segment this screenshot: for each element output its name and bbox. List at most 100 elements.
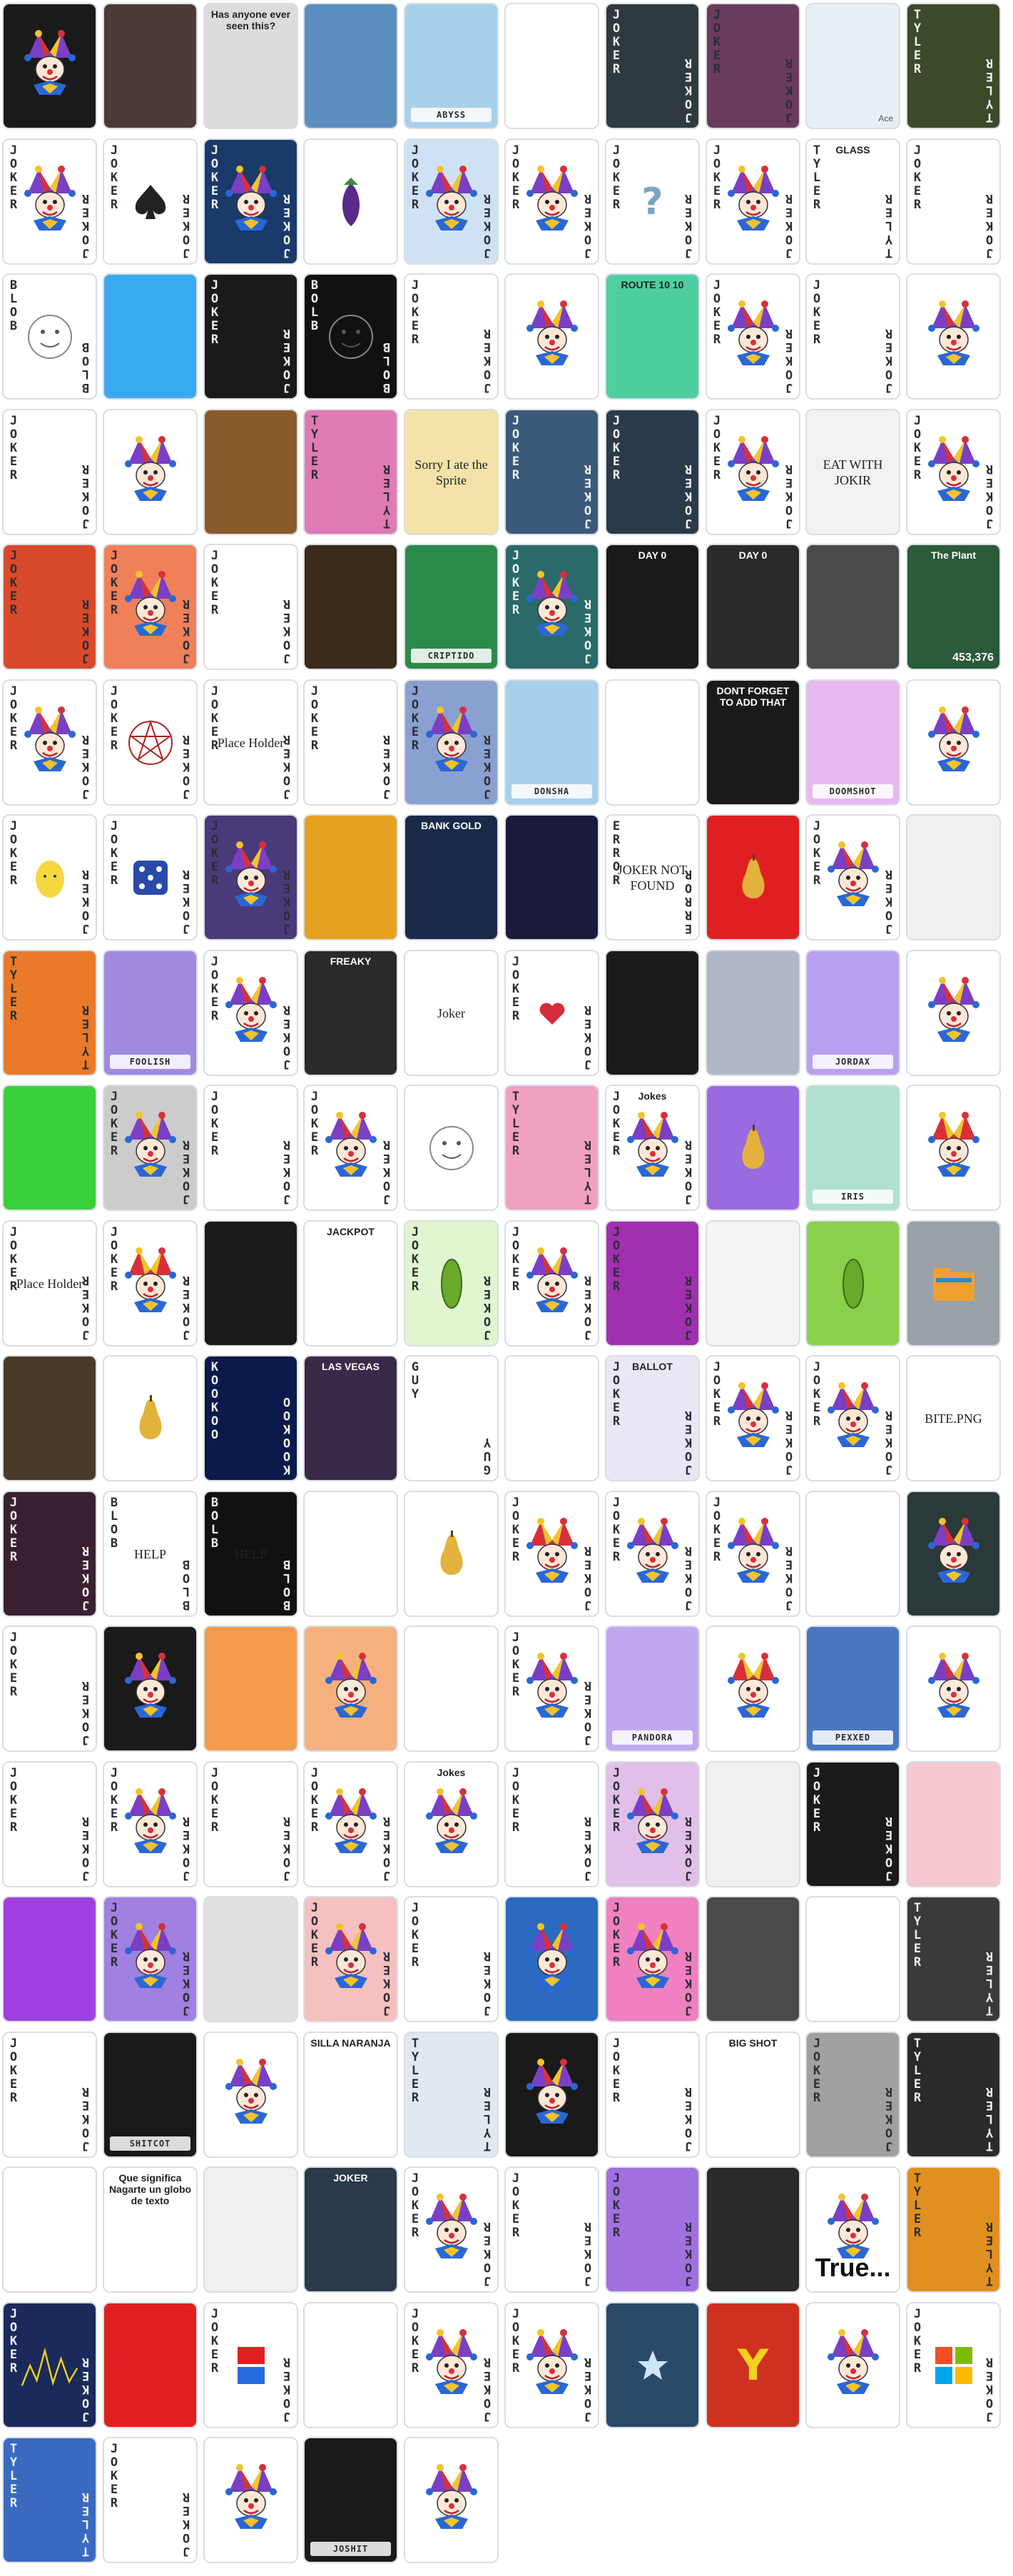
card-mask-icon[interactable] [605,950,700,1076]
card-wave-pattern-icon[interactable]: PEXXED [805,1626,900,1752]
card-jester-icon[interactable]: J O K E RJ O K E R [605,1491,700,1617]
card-blank-icon[interactable] [2,1085,97,1211]
card-bank-card-icon[interactable]: BANK GOLD [404,814,499,940]
card-flag-icon[interactable]: J O K E RJ O K E R [203,2302,298,2428]
card-jester-icon[interactable]: J O K E RJ O K E R [103,1896,198,2022]
card-campfire-icon[interactable] [2,1355,97,1481]
card-flowers-icon[interactable]: T Y L E RT Y L E R [2,950,97,1076]
card-person-photo-icon[interactable]: J O K E RJ O K E R [805,1761,900,1887]
card-cat-sketch-icon[interactable] [504,3,599,129]
card-person-photo-icon[interactable]: Ace [805,3,900,129]
card-placeholder-icon[interactable]: J O K E RJ O K E R Place Holder [2,1220,97,1347]
card-smiley-icon[interactable] [404,1085,499,1211]
card-jester-icon[interactable]: J O K E RJ O K E R [103,1085,198,1211]
card-blank-icon[interactable] [2,1896,97,2022]
card-jester-icon[interactable]: J O K E RJ O K E R [203,138,298,265]
card-figure-photo-icon[interactable] [906,1761,1001,1887]
card-cat-photo-icon[interactable]: Has anyone ever seen this? [203,3,298,129]
card-jester-icon[interactable]: J O K E RJ O K E R [504,2302,599,2428]
card-jester-icon[interactable]: J O K E RJ O K E R [404,138,499,265]
card-document-icon[interactable] [706,1220,800,1347]
card-big-shot-icon[interactable]: BIG SHOT [706,2032,800,2158]
card-sketch-icon[interactable]: J O K E RJ O K E R [303,679,398,806]
card-spade-icon[interactable]: J O K E RJ O K E R [103,138,198,265]
card-pear-icon[interactable] [706,814,800,940]
card-jester-icon[interactable]: J O K E RJ O K E R [404,679,499,806]
card-felt-icon[interactable]: CRIPTIDO [404,544,499,670]
card-jester-icon[interactable]: J O K E RJ O K E R [504,1220,599,1347]
card-jester-icon[interactable]: J O K E RJ O K E R [706,273,800,400]
card-jester-icon[interactable] [906,1626,1001,1752]
card-dealer-photo-icon[interactable] [303,544,398,670]
card-egg-icon[interactable]: J O K E RJ O K E R [2,814,97,940]
card-pickle-icon[interactable]: J O K E RJ O K E R [404,1220,499,1347]
card-jester-icon[interactable] [103,1626,198,1752]
card-mermaid-icon[interactable]: J O K E RJ O K E R [605,2032,700,2158]
card-dark-figure-icon[interactable]: DONT FORGET TO ADD THAT [706,679,800,806]
card-jester-icon[interactable] [504,1896,599,2022]
card-cards-icon[interactable]: J O K E RJ O K E R [706,3,800,129]
card-stripes-icon[interactable] [805,544,900,670]
card-lightning-icon[interactable]: J O K E RJ O K E R [504,409,599,535]
card-jester-icon[interactable]: J O K E RJ O K E R [605,1761,700,1887]
card-character-photo-icon[interactable] [103,3,198,129]
card-water-texture-icon[interactable] [303,3,398,129]
card-person-photo-icon[interactable]: DAY 0 [706,544,800,670]
card-podium-icon[interactable] [504,1355,599,1481]
card-cloud-pattern-icon[interactable] [805,1491,900,1617]
card-hand-icon[interactable]: J O K E RJ O K E R [805,2032,900,2158]
card-pear-icon[interactable] [404,1491,499,1617]
card-skull-jester-icon[interactable]: J O K E RJ O K E R [706,1491,800,1617]
card-hand-sketch-icon[interactable]: B L O B B L O B HELP [103,1491,198,1617]
card-lightning-icon[interactable]: J O K E RJ O K E R [605,409,700,535]
card-jester-icon[interactable]: J O K E RJ O K E R [805,814,900,940]
card-jester-icon[interactable]: J O K E RJ O K E R [504,544,599,670]
card-blank-icon[interactable]: J O K E RJ O K E R [805,273,900,400]
card-wave-pattern-icon[interactable]: ABYSS [404,3,499,129]
card-jester-icon[interactable] [906,950,1001,1076]
card-person-photo-icon[interactable]: T Y L E RT Y L E R [906,2032,1001,2158]
card-king-icon[interactable]: J O K E RJ O K E R [103,1220,198,1347]
card-blank-icon[interactable] [103,273,198,400]
card-pear-icon[interactable] [706,1085,800,1211]
card-pixel-grid-icon[interactable]: JOKER [303,2166,398,2293]
card-wave-pattern-icon[interactable]: IRIS [805,1085,900,1211]
card-bus-icon[interactable]: ROUTE 10 10 [605,273,700,400]
card-placeholder-icon[interactable]: J O K E RJ O K E R Place Holder [203,679,298,806]
card-evil-jester-icon[interactable]: J O K E RJ O K E R [203,950,298,1076]
card-dice-icon[interactable]: J O K E RJ O K E R [103,814,198,940]
card-blank-icon[interactable] [203,1626,298,1752]
card-error-icon[interactable]: E R R O RE R R O R JOKER NOT FOUND [605,814,700,940]
card-jester-icon[interactable] [203,2032,298,2158]
card-person-photo-icon[interactable]: T Y L E RT Y L E R [404,2032,499,2158]
card-masked-face-icon[interactable]: T Y L E RT Y L E R [906,3,1001,129]
card-cube-icon[interactable]: J O K E RJ O K E R [605,1220,700,1347]
card-credit-card-icon[interactable] [303,814,398,940]
card-helmet-icon[interactable]: J O K E RJ O K E R [2,2032,97,2158]
card-ghost-face-icon[interactable]: DAY 0 [605,544,700,670]
card-pink-cat-icon[interactable] [2,2166,97,2293]
card-jester-icon[interactable]: True... [805,2166,900,2293]
card-blank-icon[interactable]: J O K E RJ O K E R [203,1761,298,1887]
card-ballot-icon[interactable]: J O K E RJ O K E R BALLOT [605,1355,700,1481]
card-baby-photo-icon[interactable] [203,1896,298,2022]
card-jester-icon[interactable]: J O K E RJ O K E R [303,1085,398,1211]
card-chair-icon[interactable]: SILLA NARANJA [303,2032,398,2158]
card-avatar-icon[interactable]: BITE.PNG [906,1355,1001,1481]
card-blank-icon[interactable]: J O K E RJ O K E R [2,1761,97,1887]
card-smiley-icon[interactable]: B L O B B L O B [2,273,97,400]
card-wave-pattern-icon[interactable]: DOOMSHOT [805,679,900,806]
card-folder-icon[interactable] [906,1220,1001,1347]
card-figure-icon[interactable]: G U Y G U Y [404,1355,499,1481]
card-person-cap-icon[interactable]: T Y L E RT Y L E R [906,1896,1001,2022]
card-jester-icon[interactable]: J O K E RJ O K E R [303,1761,398,1887]
card-jester-icon[interactable] [504,273,599,400]
card-joker-text-icon[interactable]: J O K E RJ O K E R [2,544,97,670]
card-singer-photo-icon[interactable]: FREAKY [303,950,398,1076]
card-jester-icon[interactable] [103,409,198,535]
card-tree-icon[interactable]: J O K E RJ O K E R [605,3,700,129]
card-small-face-icon[interactable] [303,2302,398,2428]
card-jester-icon[interactable]: J O K E RJ O K E R [103,1761,198,1887]
card-sketch-icon[interactable]: J O K E RJ O K E R [2,1626,97,1752]
card-blank-frame-icon[interactable] [706,950,800,1076]
